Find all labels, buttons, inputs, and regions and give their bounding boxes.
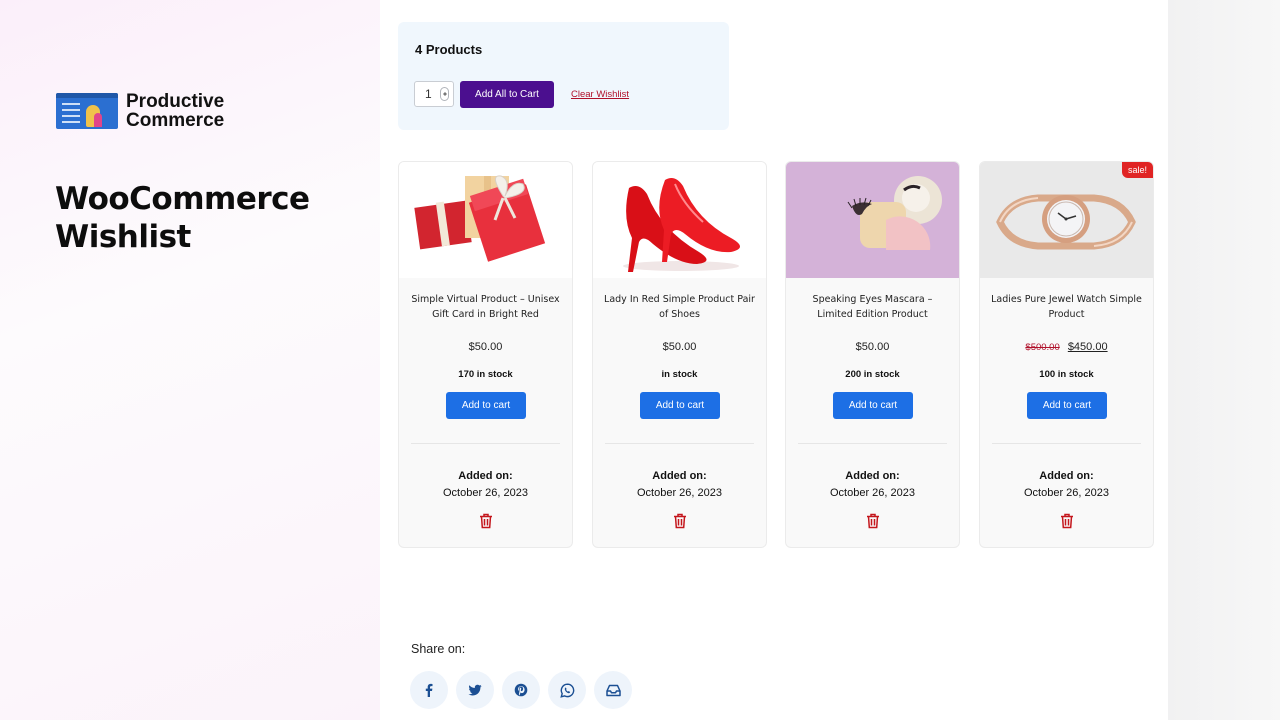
stock-status: 200 in stock	[845, 369, 900, 380]
share-email-button[interactable]	[594, 671, 632, 709]
gift-box-image[interactable]	[399, 162, 572, 278]
product-count: 4 Products	[415, 42, 483, 57]
hero-title-line2: Wishlist	[55, 219, 191, 255]
product-price-value: $450.00	[1067, 341, 1108, 353]
share-facebook-button[interactable]	[410, 671, 448, 709]
quantity-stepper[interactable]: 1	[414, 81, 454, 107]
product-price-value: $50.00	[855, 341, 890, 353]
divider	[992, 443, 1141, 444]
stepper-arrows-icon[interactable]	[440, 87, 449, 101]
divider	[605, 443, 754, 444]
quantity-value: 1	[425, 87, 432, 101]
added-on-date: October 26, 2023	[829, 487, 915, 499]
product-price-value: $50.00	[662, 341, 697, 353]
brand-logo	[56, 93, 118, 129]
pinterest-icon	[514, 683, 528, 697]
stock-status: in stock	[661, 369, 698, 380]
red-heels-image[interactable]	[593, 162, 766, 278]
product-name[interactable]: Lady In Red Simple Product Pair of Shoes	[603, 292, 756, 322]
product-card: Lady In Red Simple Product Pair of Shoes…	[592, 161, 767, 548]
added-on-label: Added on:	[458, 470, 513, 482]
product-card: sale! Ladies Pure Jewel Watch Simple Pro…	[979, 161, 1154, 548]
product-name[interactable]: Ladies Pure Jewel Watch Simple Product	[990, 292, 1143, 322]
brand: Productive Commerce	[56, 92, 224, 130]
trash-icon[interactable]	[1060, 513, 1074, 529]
product-price-value: $50.00	[468, 341, 503, 353]
added-on-date: October 26, 2023	[442, 487, 528, 499]
brand-name-line1: Productive	[126, 91, 225, 112]
product-name[interactable]: Speaking Eyes Mascara – Limited Edition …	[796, 292, 949, 322]
hero-title: WooCommerce Wishlist	[55, 180, 355, 256]
twitter-icon	[468, 684, 482, 696]
share-label: Share on:	[411, 642, 466, 656]
watch-image[interactable]	[980, 162, 1153, 278]
product-old-price: $500.00	[1025, 342, 1060, 353]
trash-icon[interactable]	[866, 513, 880, 529]
stock-status: 100 in stock	[1039, 369, 1094, 380]
wishlist-page: 4 Products 1 Add All to Cart Clear Wishl…	[380, 0, 1168, 720]
product-card: Speaking Eyes Mascara – Limited Edition …	[785, 161, 960, 548]
clear-wishlist-link[interactable]: Clear Wishlist	[571, 89, 629, 100]
product-card: Simple Virtual Product – Unisex Gift Car…	[398, 161, 573, 548]
share-pinterest-button[interactable]	[502, 671, 540, 709]
facebook-icon	[425, 683, 433, 697]
hero-title-line1: WooCommerce	[55, 181, 310, 217]
divider	[798, 443, 947, 444]
product-price: $50.00	[593, 341, 766, 353]
eyelash-image[interactable]	[786, 162, 959, 278]
brand-name-line2: Commerce	[126, 110, 225, 131]
whatsapp-icon	[559, 682, 574, 698]
email-icon	[605, 684, 621, 696]
trash-icon[interactable]	[479, 513, 493, 529]
brand-name: Productive Commerce	[126, 92, 224, 130]
wishlist-summary: 4 Products 1 Add All to Cart Clear Wishl…	[398, 22, 729, 130]
added-on-label: Added on:	[845, 470, 900, 482]
product-name[interactable]: Simple Virtual Product – Unisex Gift Car…	[409, 292, 562, 322]
added-on-date: October 26, 2023	[636, 487, 722, 499]
product-price: $50.00	[399, 341, 572, 353]
add-to-cart-button[interactable]: Add to cart	[1027, 392, 1107, 419]
added-on-date: October 26, 2023	[1023, 487, 1109, 499]
share-whatsapp-button[interactable]	[548, 671, 586, 709]
product-price: $500.00 $450.00	[980, 341, 1153, 353]
product-price: $50.00	[786, 341, 959, 353]
trash-icon[interactable]	[673, 513, 687, 529]
right-gutter	[1168, 0, 1280, 720]
share-buttons	[410, 671, 632, 709]
added-on-label: Added on:	[1039, 470, 1094, 482]
share-twitter-button[interactable]	[456, 671, 494, 709]
added-on-label: Added on:	[652, 470, 707, 482]
sale-badge: sale!	[1121, 162, 1153, 178]
add-to-cart-button[interactable]: Add to cart	[833, 392, 913, 419]
stock-status: 170 in stock	[458, 369, 513, 380]
add-all-to-cart-button[interactable]: Add All to Cart	[460, 81, 554, 108]
divider	[411, 443, 560, 444]
add-to-cart-button[interactable]: Add to cart	[446, 392, 526, 419]
promo-panel: Productive Commerce WooCommerce Wishlist	[0, 0, 380, 720]
add-to-cart-button[interactable]: Add to cart	[640, 392, 720, 419]
